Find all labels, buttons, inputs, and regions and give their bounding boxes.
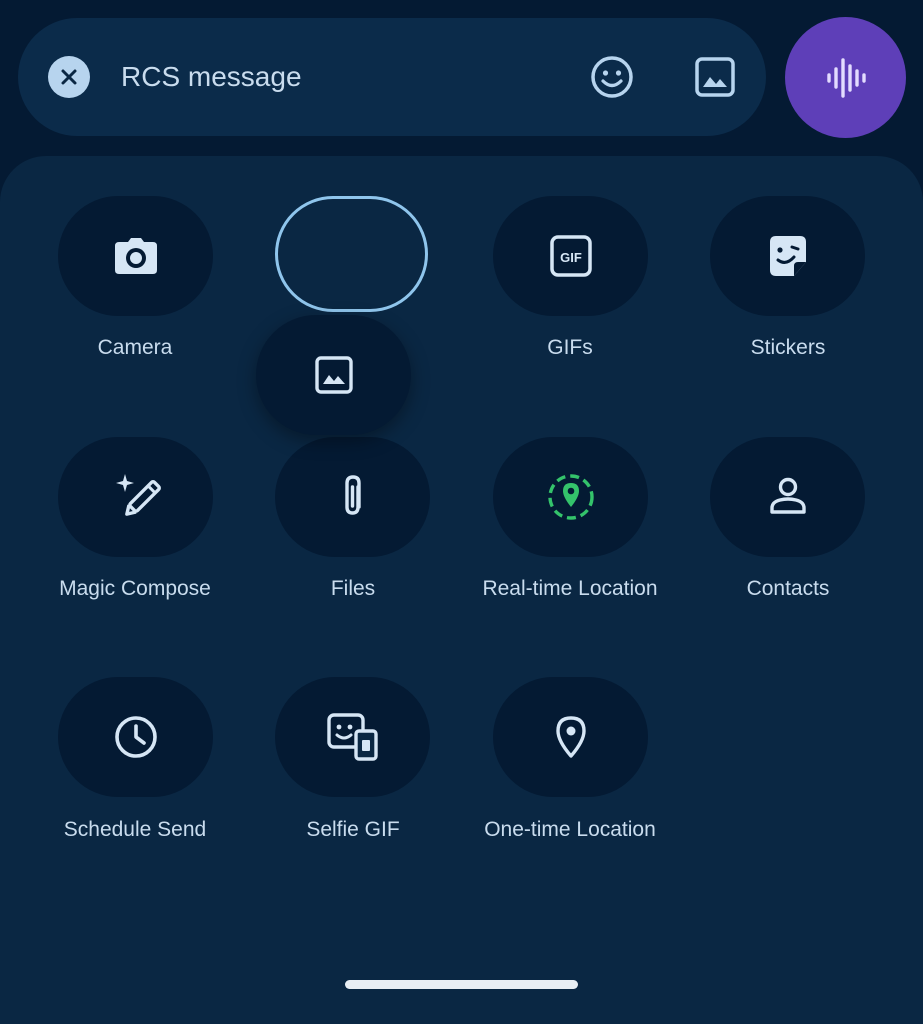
drag-drop-slot: [275, 196, 428, 312]
screen: Camera GIF GIFs Stickers: [0, 0, 923, 1024]
realtime-location-tile[interactable]: [493, 437, 648, 557]
home-indicator[interactable]: [345, 980, 578, 989]
paperclip-icon: [338, 473, 368, 521]
close-attachments-button[interactable]: [48, 56, 90, 98]
gifs-label: GIFs: [547, 336, 593, 359]
realtime-location-icon: [546, 472, 596, 522]
contact-icon: [766, 475, 810, 519]
magic-compose-tile[interactable]: [58, 437, 213, 557]
gif-icon: GIF: [549, 234, 593, 278]
compose-bar: [18, 18, 766, 136]
gallery-tile-dragging[interactable]: [256, 315, 411, 435]
gallery-icon: [693, 55, 737, 99]
location-pin-icon: [553, 714, 589, 760]
contacts-tile[interactable]: [710, 437, 865, 557]
selfie-gif-tile[interactable]: [275, 677, 430, 797]
emoji-button[interactable]: [588, 53, 636, 101]
voice-waveform-icon: [824, 56, 868, 100]
schedule-send-tile[interactable]: [58, 677, 213, 797]
files-tile[interactable]: [275, 437, 430, 557]
gallery-icon: [313, 354, 355, 396]
selfie-gif-label: Selfie GIF: [306, 818, 400, 841]
magic-compose-label: Magic Compose: [59, 577, 211, 600]
stickers-label: Stickers: [750, 336, 826, 359]
one-time-location-tile[interactable]: [493, 677, 648, 797]
schedule-send-label: Schedule Send: [63, 818, 207, 841]
files-label: Files: [330, 577, 376, 600]
magic-pen-icon: [111, 472, 161, 522]
one-time-location-label: One-time Location: [484, 818, 656, 841]
gifs-tile[interactable]: GIF: [493, 196, 648, 316]
stickers-tile[interactable]: [710, 196, 865, 316]
emoji-icon: [589, 54, 635, 100]
selfie-gif-icon: [326, 712, 380, 762]
sticker-icon: [764, 232, 812, 280]
message-input[interactable]: [121, 54, 541, 100]
close-icon: [60, 68, 78, 86]
svg-text:GIF: GIF: [560, 250, 582, 265]
camera-tile[interactable]: [58, 196, 213, 316]
camera-label: Camera: [97, 336, 173, 359]
gallery-button[interactable]: [691, 53, 739, 101]
contacts-label: Contacts: [746, 577, 830, 600]
realtime-location-label: Real-time Location: [482, 577, 658, 600]
camera-icon: [113, 236, 159, 276]
voice-record-button[interactable]: [785, 17, 906, 138]
clock-icon: [113, 714, 159, 760]
